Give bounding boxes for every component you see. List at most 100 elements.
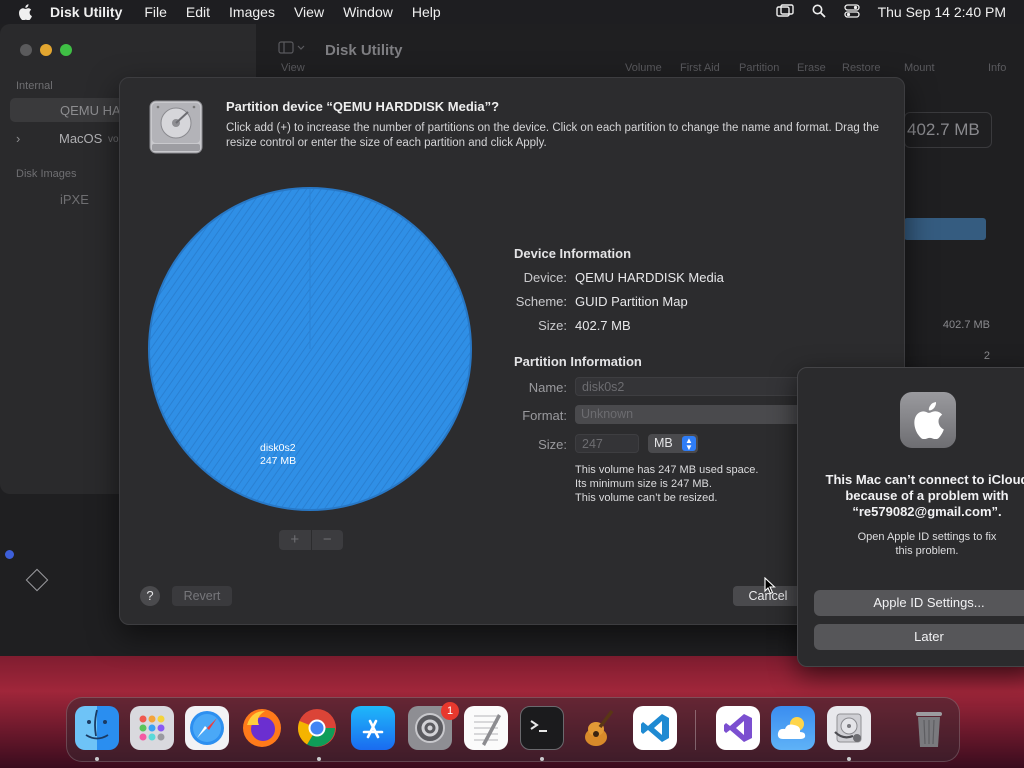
finder-running-indicator bbox=[95, 757, 99, 761]
partition-format-select[interactable]: Unknown bbox=[575, 405, 805, 424]
close-button[interactable] bbox=[20, 44, 32, 56]
volume-note-resize: This volume can’t be resized. bbox=[575, 492, 718, 504]
device-size-label: Size: bbox=[538, 318, 567, 333]
garageband-icon[interactable] bbox=[576, 706, 620, 750]
menu-edit[interactable]: Edit bbox=[186, 4, 210, 20]
dock: 1 bbox=[66, 697, 960, 762]
toolbar-volume[interactable]: Volume bbox=[625, 62, 662, 74]
device-size-value: 402.7 MB bbox=[575, 318, 631, 333]
menu-window[interactable]: Window bbox=[343, 4, 393, 20]
help-button[interactable]: ? bbox=[140, 586, 160, 606]
scheme-label: Scheme: bbox=[515, 294, 567, 309]
settings-notification-badge: 1 bbox=[441, 702, 459, 720]
du-usage-bar bbox=[904, 218, 986, 240]
toolbar-first-aid[interactable]: First Aid bbox=[680, 62, 720, 74]
later-button[interactable]: Later bbox=[814, 624, 1024, 650]
sheet-title: Partition device “QEMU HARDDISK Media”? bbox=[226, 99, 500, 114]
menu-bar: Disk Utility File Edit Images View Windo… bbox=[0, 0, 1024, 24]
sidebar-item-ipxe[interactable]: iPXE bbox=[60, 192, 89, 207]
window-controls bbox=[20, 44, 72, 56]
sidebar-item-macos-suffix: vo bbox=[108, 134, 119, 145]
revert-button[interactable]: Revert bbox=[172, 586, 232, 606]
volume-size-note: This volume has 247 MB used space. Its m… bbox=[575, 463, 758, 505]
alert-message-line1: This Mac can’t connect to iCloud bbox=[825, 472, 1024, 487]
device-value: QEMU HARDDISK Media bbox=[575, 270, 724, 285]
menu-app-name[interactable]: Disk Utility bbox=[50, 4, 122, 20]
alert-message-line3: “re579082@gmail.com”. bbox=[852, 504, 1002, 519]
toolbar-partition[interactable]: Partition bbox=[739, 62, 779, 74]
weather-icon[interactable] bbox=[771, 706, 815, 750]
alert-sub-line1: Open Apple ID settings to fix bbox=[857, 531, 997, 543]
launchpad-icon[interactable] bbox=[130, 706, 174, 750]
toolbar-restore[interactable]: Restore bbox=[842, 62, 881, 74]
dock-separator bbox=[695, 710, 696, 750]
minimize-button[interactable] bbox=[40, 44, 52, 56]
alert-informative-text: Open Apple ID settings to fix this probl… bbox=[814, 530, 1024, 558]
device-label: Device: bbox=[523, 270, 567, 285]
sidebar-item-qemu[interactable]: QEMU HA bbox=[60, 103, 121, 118]
menu-help[interactable]: Help bbox=[412, 4, 441, 20]
du-window-title: Disk Utility bbox=[325, 42, 403, 59]
textedit-icon[interactable] bbox=[464, 706, 508, 750]
sidebar-toggle-icon[interactable] bbox=[278, 40, 308, 56]
partition-size-label: 247 MB bbox=[260, 455, 297, 467]
safari-icon[interactable] bbox=[185, 706, 229, 750]
volume-note-minimum: Its minimum size is 247 MB. bbox=[575, 478, 712, 490]
icloud-alert-dialog: This Mac can’t connect to iCloud because… bbox=[797, 367, 1024, 667]
device-info-heading: Device Information bbox=[514, 246, 632, 261]
partition-sheet: Partition device “QEMU HARDDISK Media”? … bbox=[119, 77, 905, 625]
size-unit-value: MB bbox=[654, 436, 673, 450]
control-center-icon[interactable] bbox=[843, 3, 860, 21]
toolbar-view-label: View bbox=[281, 62, 305, 74]
chrome-running-indicator bbox=[317, 757, 321, 761]
spotlight-search-icon[interactable] bbox=[812, 4, 826, 21]
partition-info-heading: Partition Information bbox=[514, 354, 642, 369]
du-info-count-cell: 2 bbox=[983, 350, 990, 362]
partition-size-field-label: Size: bbox=[538, 437, 567, 452]
size-unit-select[interactable]: MB ▲ ▼ bbox=[648, 434, 698, 453]
toolbar-info[interactable]: Info bbox=[988, 62, 1006, 74]
trash-icon[interactable] bbox=[907, 706, 951, 750]
volume-note-used: This volume has 247 MB used space. bbox=[575, 464, 759, 476]
mouse-pointer-icon bbox=[764, 576, 776, 600]
partition-name-label: disk0s2 bbox=[260, 442, 296, 454]
disk-utility-running-indicator bbox=[847, 757, 851, 761]
add-partition-button[interactable]: + bbox=[279, 530, 311, 550]
alert-message-line2: because of a problem with bbox=[845, 488, 1009, 503]
toolbar-erase[interactable]: Erase bbox=[797, 62, 826, 74]
zoom-button[interactable] bbox=[60, 44, 72, 56]
du-info-size-cell: 402.7 MB bbox=[942, 319, 990, 331]
disk-utility-icon[interactable] bbox=[827, 706, 871, 750]
partition-name-input[interactable]: disk0s2 bbox=[575, 377, 805, 396]
menu-file[interactable]: File bbox=[144, 4, 167, 20]
partition-size-input[interactable]: 247 bbox=[575, 434, 639, 453]
partition-format-label: Format: bbox=[522, 408, 567, 423]
visual-studio-icon[interactable] bbox=[716, 706, 760, 750]
system-settings-app-icon bbox=[900, 392, 956, 448]
menu-view[interactable]: View bbox=[294, 4, 324, 20]
partition-name-field-label: Name: bbox=[528, 380, 567, 395]
partition-add-remove-control: + − bbox=[279, 530, 343, 550]
sidebar-item-macos[interactable]: MacOS bbox=[59, 131, 102, 146]
finder-icon[interactable] bbox=[75, 706, 119, 750]
apple-menu-icon[interactable] bbox=[18, 4, 38, 20]
apple-id-settings-button[interactable]: Apple ID Settings... bbox=[814, 590, 1024, 616]
chrome-icon[interactable] bbox=[295, 706, 339, 750]
terminal-icon[interactable] bbox=[520, 706, 564, 750]
vscode-icon[interactable] bbox=[633, 706, 677, 750]
screen-mirroring-icon[interactable] bbox=[775, 3, 794, 21]
alert-sub-line2: this problem. bbox=[895, 545, 959, 557]
sidebar-section-internal: Internal bbox=[16, 80, 53, 92]
terminal-running-indicator bbox=[540, 757, 544, 761]
sidebar-section-images: Disk Images bbox=[16, 168, 77, 180]
firefox-icon[interactable] bbox=[240, 706, 284, 750]
du-disk-size-display: 402.7 MB bbox=[904, 112, 992, 148]
remove-partition-button[interactable]: − bbox=[310, 530, 344, 550]
app-store-icon[interactable] bbox=[351, 706, 395, 750]
toolbar-mount[interactable]: Mount bbox=[904, 62, 935, 74]
menu-images[interactable]: Images bbox=[229, 4, 275, 20]
scheme-value: GUID Partition Map bbox=[575, 294, 688, 309]
sheet-description: Click add (+) to increase the number of … bbox=[226, 122, 879, 149]
menu-clock[interactable]: Thu Sep 14 2:40 PM bbox=[878, 4, 1006, 20]
chevron-right-icon[interactable]: › bbox=[16, 131, 20, 146]
